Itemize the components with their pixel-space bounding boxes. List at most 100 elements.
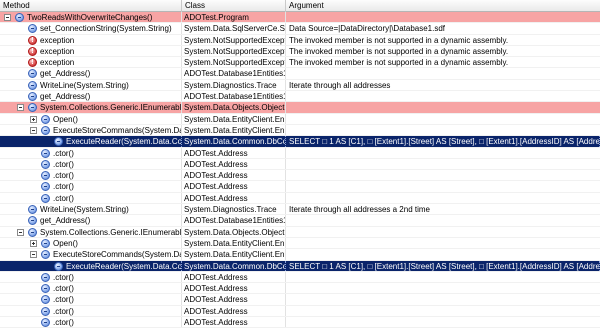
method-name: ExecuteReader(System.Data.Comma: [66, 261, 182, 271]
column-header-argument[interactable]: Argument: [286, 0, 600, 12]
class-cell: System.Diagnostics.Trace: [182, 204, 286, 215]
tree-row[interactable]: get_Address() ADOTest.Database1Entities1: [0, 215, 600, 227]
column-header-method[interactable]: Method: [0, 0, 182, 12]
tree-row[interactable]: ExecuteStoreCommands(System.Data.EnSyste…: [0, 249, 600, 261]
argument-cell: [286, 68, 600, 78]
tree-row[interactable]: ExecuteStoreCommands(System.Data.EnSyste…: [0, 124, 600, 137]
method-icon: [28, 80, 37, 90]
tree-row[interactable]: System.Collections.Generic.IEnumerable<T…: [0, 102, 600, 114]
argument-cell: Iterate through all addresses a 2nd time: [289, 205, 430, 215]
class-cell: System.Data.EntityClient.En...: [184, 124, 286, 136]
tree-row[interactable]: System.Collections.Generic.IEnumerable<T…: [0, 226, 600, 238]
tree-row[interactable]: TwoReadsWithOverwriteChanges() ADOTest.Pr…: [0, 12, 600, 24]
argument-cell: [286, 249, 600, 259]
tree-row[interactable]: ExecuteReader(System.Data.CommaSystem.Da…: [0, 136, 600, 148]
column-header-bar: Method Class Argument: [0, 0, 600, 12]
expand-icon[interactable]: [30, 115, 37, 123]
collapse-icon[interactable]: [30, 126, 37, 134]
tree-row[interactable]: Open() System.Data.EntityClient.En...: [0, 237, 600, 250]
tree-row[interactable]: .ctor() ADOTest.Address: [0, 294, 600, 306]
tree-row[interactable]: .ctor() ADOTest.Address: [0, 158, 600, 171]
class-cell: ADOTest.Address: [182, 147, 286, 158]
tree-row[interactable]: ExecuteReader(System.Data.CommaSystem.Da…: [0, 260, 600, 272]
class-cell: ADOTest.Address: [182, 294, 286, 305]
method-cell: Open(): [0, 113, 182, 124]
tree-row[interactable]: WriteLine(System.String) System.Diagnosti…: [0, 79, 600, 92]
class-cell: ADOTest.Address: [182, 271, 286, 283]
method-name: .ctor(): [53, 306, 74, 316]
column-header-class[interactable]: Class: [182, 0, 286, 12]
method-name: .ctor(): [53, 295, 74, 305]
class-cell: System.Data.EntityClient.En...: [184, 237, 286, 249]
method-cell: .ctor(): [0, 147, 182, 158]
method-cell: .ctor(): [0, 192, 182, 204]
class-cell: ADOTest.Address: [182, 192, 286, 204]
exception-icon: !: [28, 46, 37, 56]
argument-cell: [286, 215, 600, 225]
method-cell: ! exception: [0, 34, 182, 45]
method-icon: [54, 137, 63, 147]
method-cell: .ctor(): [0, 170, 182, 181]
collapse-icon[interactable]: [30, 251, 37, 259]
argument-cell: [286, 294, 600, 304]
method-name: get_Address(): [40, 216, 91, 226]
tree-row[interactable]: .ctor() ADOTest.Address: [0, 147, 600, 159]
method-name: exception: [40, 35, 75, 45]
method-cell: set_ConnectionString(System.String): [0, 23, 182, 34]
class-cell: ADOTest.Database1Entities1: [184, 91, 286, 102]
argument-cell: [286, 91, 600, 101]
tree-row[interactable]: get_Address() ADOTest.Database1Entities1: [0, 91, 600, 103]
call-tree-grid: Method Class Argument TwoReadsWithOverwr…: [0, 0, 600, 328]
expand-icon[interactable]: [30, 239, 37, 247]
tree-row[interactable]: ! exception System.NotSupportedExcept... Th…: [0, 57, 600, 69]
argument-cell: Data Source=|DataDirectory|\Database1.sd…: [289, 24, 446, 34]
method-name: .ctor(): [53, 159, 74, 169]
method-name: ExecuteStoreCommands(System.Data.En: [53, 250, 182, 260]
collapse-icon[interactable]: [17, 228, 24, 236]
method-cell: ExecuteReader(System.Data.Comma: [0, 136, 182, 147]
tree-row[interactable]: ! exception System.NotSupportedExcept... Th…: [0, 45, 600, 58]
method-cell: ! exception: [0, 45, 182, 57]
tree-row[interactable]: .ctor() ADOTest.Address: [0, 317, 600, 328]
argument-cell: SELECT □ 1 AS [C1], □ [Extent1].[Street]…: [286, 260, 600, 271]
method-name: System.Collections.Generic.IEnumerable<T…: [40, 103, 182, 113]
tree-row[interactable]: Open() System.Data.EntityClient.En...: [0, 113, 600, 125]
class-cell: System.Data.Objects.Object...: [184, 102, 286, 113]
class-cell: System.Data.EntityClient.En...: [184, 249, 286, 260]
class-cell: System.Data.Common.DbCo...: [184, 260, 286, 271]
method-icon: [41, 125, 50, 135]
method-icon: [41, 250, 50, 260]
tree-row[interactable]: ! exception System.NotSupportedExcept... Th…: [0, 34, 600, 46]
tree-row[interactable]: set_ConnectionString(System.String) Syste…: [0, 23, 600, 35]
tree-row[interactable]: .ctor() ADOTest.Address: [0, 305, 600, 318]
argument-cell: [286, 181, 600, 191]
class-cell: System.NotSupportedExcept...: [184, 45, 286, 57]
exception-icon: !: [28, 58, 37, 68]
method-icon: [28, 216, 37, 226]
method-icon: [41, 238, 50, 248]
method-cell: .ctor(): [0, 305, 182, 317]
tree-row[interactable]: .ctor() ADOTest.Address: [0, 192, 600, 205]
method-name: .ctor(): [53, 284, 74, 294]
collapse-icon[interactable]: [4, 14, 11, 21]
method-icon: [28, 69, 37, 79]
collapse-icon[interactable]: [17, 104, 24, 112]
method-name: .ctor(): [53, 272, 74, 282]
method-icon: [41, 182, 50, 192]
method-icon: [28, 24, 37, 34]
tree-row[interactable]: .ctor() ADOTest.Address: [0, 283, 600, 295]
method-cell: .ctor(): [0, 271, 182, 283]
argument-cell: [286, 272, 600, 282]
method-name: exception: [40, 58, 75, 68]
tree-row[interactable]: .ctor() ADOTest.Address: [0, 181, 600, 193]
tree-row[interactable]: WriteLine(System.String) System.Diagnosti…: [0, 204, 600, 216]
method-name: System.Collections.Generic.IEnumerable<T…: [40, 227, 182, 237]
class-cell: ADOTest.Program: [182, 12, 286, 23]
method-icon: [41, 306, 50, 316]
tree-row[interactable]: .ctor() ADOTest.Address: [0, 271, 600, 284]
class-cell: ADOTest.Address: [182, 305, 286, 317]
tree-row[interactable]: get_Address() ADOTest.Database1Entities1: [0, 68, 600, 80]
argument-cell: SELECT □ 1 AS [C1], □ [Extent1].[Street]…: [286, 136, 600, 147]
tree-row[interactable]: .ctor() ADOTest.Address: [0, 170, 600, 182]
argument-cell: The invoked member is not supported in a…: [289, 58, 509, 68]
